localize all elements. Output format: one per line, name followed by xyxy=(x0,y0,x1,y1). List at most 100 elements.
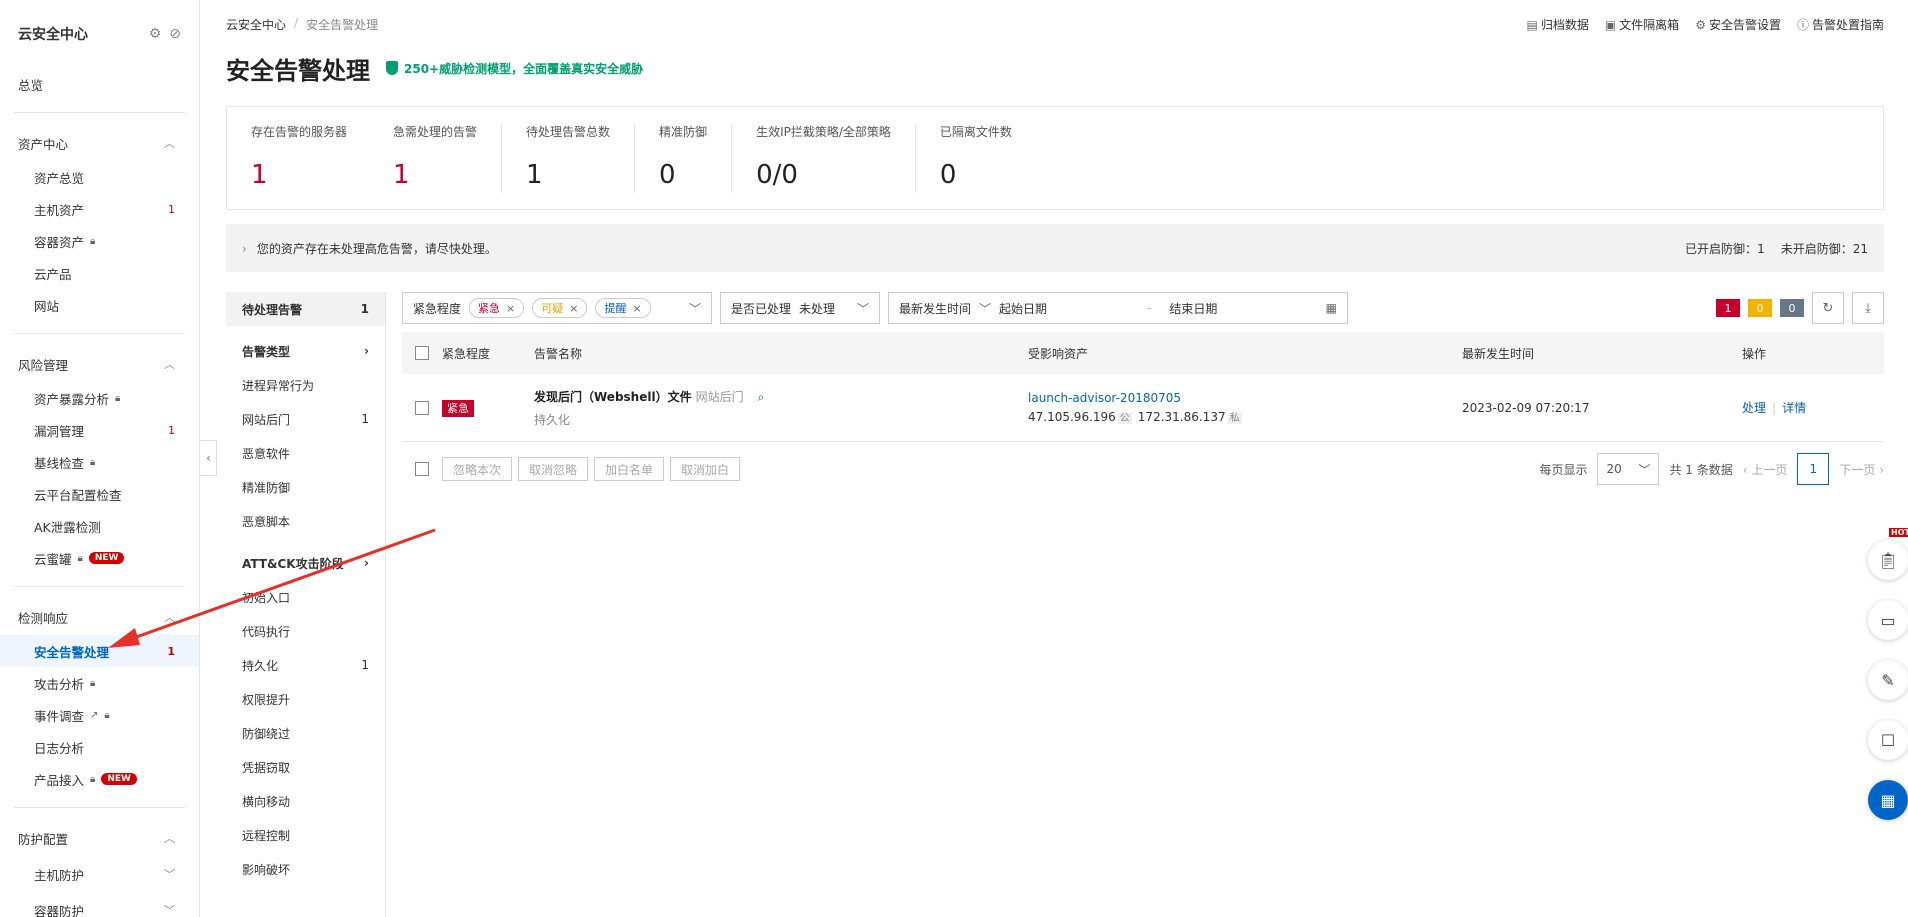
sidebar-item-logs[interactable]: 日志分析 xyxy=(0,731,199,763)
unwhitelist-button[interactable]: 取消加白 xyxy=(670,457,741,481)
whitelist-button[interactable]: 加白名单 xyxy=(594,457,665,481)
filter-type-malware[interactable]: 恶意软件 xyxy=(226,436,385,470)
close-icon[interactable]: × xyxy=(569,302,578,315)
close-icon[interactable]: × xyxy=(632,302,641,315)
page-size-select[interactable]: 20 ﹀ xyxy=(1597,453,1660,485)
page-1[interactable]: 1 xyxy=(1797,453,1830,485)
filter-toolbar: 紧急程度 紧急 × 可疑 × 提醒 × ﹀ 是否已处理 未处理 ﹀ 最新发生时间 ﹀ … xyxy=(402,292,1884,324)
sidebar-item-host-protection[interactable]: 主机防护 ﹀ xyxy=(0,856,199,892)
filter-stage-persist[interactable]: 持久化 1 xyxy=(226,648,385,682)
sidebar-item-container-protection[interactable]: 容器防护 ﹀ xyxy=(0,892,199,917)
time-filter[interactable]: 最新发生时间 ﹀ 起始日期 - 结束日期 ▦ xyxy=(888,292,1348,324)
chevron-up-icon: ︿ xyxy=(164,611,175,624)
chevron-down-icon: ﹀ xyxy=(1638,462,1651,477)
handled-filter[interactable]: 是否已处理 未处理 ﹀ xyxy=(720,292,880,324)
sidebar-group-assets[interactable]: 资产中心 ︿ xyxy=(0,125,199,161)
count-badge: 1 xyxy=(168,423,175,437)
sidebar-item-cloud-config[interactable]: 云平台配置检查 xyxy=(0,478,199,510)
next-page-button[interactable]: 下一页 › xyxy=(1839,461,1884,478)
sidebar-item-honeypot[interactable]: 云蜜罐 🔒︎ NEW xyxy=(0,542,199,574)
sidebar-item-attack-analysis[interactable]: 攻击分析 🔒︎ xyxy=(0,667,199,699)
stat-servers-value[interactable]: 1 xyxy=(251,160,347,190)
refresh-icon[interactable]: ↻ xyxy=(1812,292,1844,324)
count-urgent[interactable]: 1 xyxy=(1716,299,1740,317)
sidebar-item-container-assets[interactable]: 容器资产 🔒︎ xyxy=(0,225,199,257)
filter-alert-type[interactable]: 告警类型 › xyxy=(226,334,385,368)
count-badge: 1 xyxy=(168,202,175,216)
hide-icon[interactable]: ⊘ xyxy=(169,26,181,42)
breadcrumb-root[interactable]: 云安全中心 xyxy=(226,16,286,33)
sidebar-group-risk[interactable]: 风险管理 ︿ xyxy=(0,346,199,382)
sidebar-item-investigation[interactable]: 事件调查 ↗ 🔒︎ xyxy=(0,699,199,731)
filter-panel: 待处理告警 1 告警类型 › 进程异常行为 网站后门 1 恶意软件 精准防御 恶意脚本… xyxy=(226,292,386,917)
sidebar-item-cloud-products[interactable]: 云产品 xyxy=(0,257,199,289)
filter-stage-lateral[interactable]: 横向移动 xyxy=(226,784,385,818)
alert-name[interactable]: 发现后门（Webshell）文件 xyxy=(534,390,692,404)
sidebar-item-vuln[interactable]: 漏洞管理 1 xyxy=(0,414,199,446)
sidebar-collapse-button[interactable]: ‹ xyxy=(201,440,217,476)
sidebar-item-overview[interactable]: 总览 xyxy=(0,68,199,100)
sidebar-item-host-assets[interactable]: 主机资产 1 xyxy=(0,193,199,225)
download-icon[interactable]: ⤓ xyxy=(1852,292,1884,324)
filter-stage-evasion[interactable]: 防御绕过 xyxy=(226,716,385,750)
sidebar-item-websites[interactable]: 网站 xyxy=(0,289,199,321)
archive-link[interactable]: ▤ 归档数据 xyxy=(1526,16,1588,33)
filter-attack-stage[interactable]: ATT&CK攻击阶段 › xyxy=(226,546,385,580)
settings-icon[interactable]: ⚙ xyxy=(149,26,162,42)
stats-panel: 存在告警的服务器 1 急需处理的告警 1 待处理告警总数 1 精准防御 0 生效… xyxy=(226,106,1884,210)
footer-checkbox[interactable] xyxy=(415,462,429,476)
asset-link[interactable]: launch-advisor-20180705 xyxy=(1028,391,1462,405)
sidebar-title: 云安全中心 xyxy=(18,27,88,43)
start-date-input[interactable]: 起始日期 xyxy=(999,300,1139,317)
select-all-checkbox[interactable] xyxy=(415,346,429,360)
alert-settings-link[interactable]: ⚙ 安全告警设置 xyxy=(1695,16,1781,33)
chip-reminder[interactable]: 提醒 × xyxy=(595,298,651,318)
sidebar-item-baseline[interactable]: 基线检查 🔒︎ xyxy=(0,446,199,478)
chevron-right-icon[interactable]: › xyxy=(242,242,247,256)
handle-link[interactable]: 处理 xyxy=(1742,401,1766,415)
filter-stage-impact[interactable]: 影响破坏 xyxy=(226,852,385,886)
row-checkbox[interactable] xyxy=(415,400,429,415)
chevron-down-icon: ﹀ xyxy=(979,301,992,316)
stat-urgent-value[interactable]: 1 xyxy=(393,160,477,190)
book-icon[interactable]: ▭ xyxy=(1868,600,1908,640)
count-reminder[interactable]: 0 xyxy=(1780,299,1804,317)
filter-stage-exec[interactable]: 代码执行 xyxy=(226,614,385,648)
detail-link[interactable]: 详情 xyxy=(1782,401,1806,415)
filter-type-precise[interactable]: 精准防御 xyxy=(226,470,385,504)
search-icon[interactable]: ⌕ xyxy=(758,390,765,404)
filter-stage-c2[interactable]: 远程控制 xyxy=(226,818,385,852)
end-date-input[interactable]: 结束日期 xyxy=(1169,300,1309,317)
box-icon: ▣ xyxy=(1604,17,1617,32)
chip-urgent[interactable]: 紧急 × xyxy=(469,298,525,318)
sidebar-item-product-access[interactable]: 产品接入 🔒︎ NEW xyxy=(0,763,199,795)
chevron-left-icon: ‹ xyxy=(206,451,211,465)
filter-stage-initial[interactable]: 初始入口 xyxy=(226,580,385,614)
filter-type-process[interactable]: 进程异常行为 xyxy=(226,368,385,402)
sidebar-group-detection[interactable]: 检测响应 ︿ xyxy=(0,599,199,635)
sidebar-item-alerts[interactable]: 安全告警处理 1 xyxy=(0,635,199,667)
ignore-button[interactable]: 忽略本次 xyxy=(442,457,513,481)
sidebar-item-asset-overview[interactable]: 资产总览 xyxy=(0,161,199,193)
unignore-button[interactable]: 取消忽略 xyxy=(518,457,589,481)
filter-stage-privesc[interactable]: 权限提升 xyxy=(226,682,385,716)
chat-icon[interactable]: ☐ xyxy=(1868,720,1908,760)
close-icon[interactable]: × xyxy=(506,302,515,315)
edit-icon[interactable]: ✎ xyxy=(1868,660,1908,700)
guide-link[interactable]: ⓘ 告警处置指南 xyxy=(1797,16,1884,33)
sidebar-item-exposure[interactable]: 资产暴露分析 🔒︎ xyxy=(0,382,199,414)
prev-page-button[interactable]: ‹ 上一页 xyxy=(1743,461,1788,478)
chevron-up-icon: ︿ xyxy=(164,358,175,371)
quarantine-link[interactable]: ▣ 文件隔离箱 xyxy=(1605,16,1679,33)
clipboard-icon[interactable]: 📋︎ HOT xyxy=(1868,528,1908,580)
sidebar-group-protection[interactable]: 防护配置 ︿ xyxy=(0,820,199,856)
filter-type-script[interactable]: 恶意脚本 xyxy=(226,504,385,538)
level-filter[interactable]: 紧急程度 紧急 × 可疑 × 提醒 × ﹀ xyxy=(402,292,712,324)
filter-pending[interactable]: 待处理告警 1 xyxy=(226,292,385,326)
sidebar-item-ak-leak[interactable]: AK泄露检测 xyxy=(0,510,199,542)
count-suspicious[interactable]: 0 xyxy=(1748,299,1772,317)
apps-icon[interactable]: ▦ xyxy=(1868,780,1908,820)
chip-suspicious[interactable]: 可疑 × xyxy=(532,298,588,318)
filter-type-webshell[interactable]: 网站后门 1 xyxy=(226,402,385,436)
filter-stage-cred[interactable]: 凭据窃取 xyxy=(226,750,385,784)
